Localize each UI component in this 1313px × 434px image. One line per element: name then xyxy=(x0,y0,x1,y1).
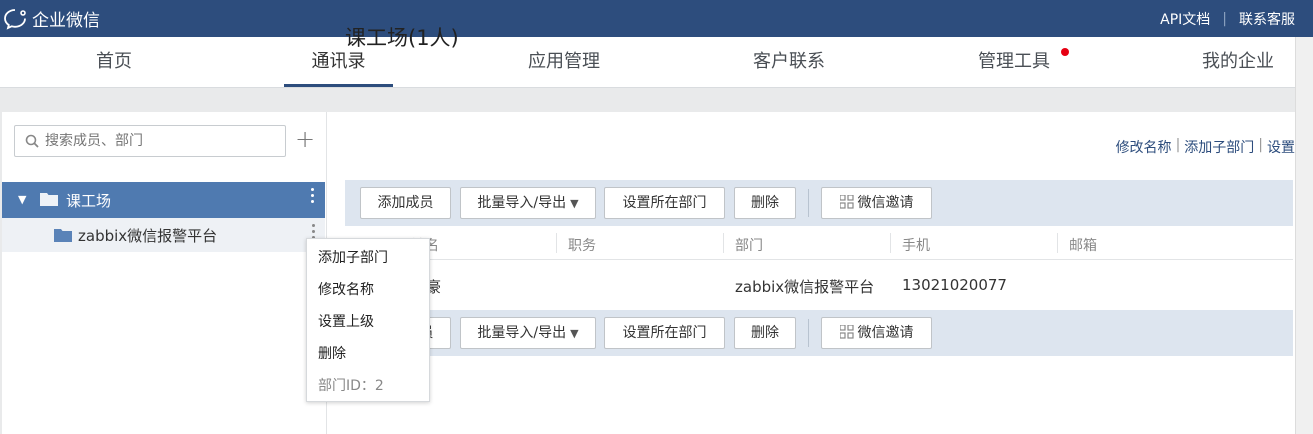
menu-item-set-parent[interactable]: 设置上级 xyxy=(318,311,374,331)
table-header: 姓名 职务 部门 手机 邮箱 xyxy=(345,227,1293,260)
dept-id-label: 部门ID：2 xyxy=(318,378,384,394)
add-subdept-link[interactable]: 添加子部门 xyxy=(1184,137,1254,157)
contact-support-link[interactable]: 联系客服 xyxy=(1239,9,1295,29)
context-menu: 添加子部门 修改名称 设置上级 删除 部门ID：2 xyxy=(306,238,430,402)
tree-item-child[interactable]: zabbix微信报警平台 xyxy=(2,218,325,252)
tab-my-company[interactable]: 我的企业 xyxy=(1191,37,1285,87)
col-divider xyxy=(1057,233,1058,253)
expand-arrow-icon[interactable]: ▼ xyxy=(18,193,26,206)
col-divider xyxy=(556,233,557,253)
tree-item-label: 课工场 xyxy=(66,192,112,210)
top-links: API文档 | 联系客服 xyxy=(1160,9,1295,29)
wechat-invite-label: 微信邀请 xyxy=(857,325,914,341)
toolbar-divider xyxy=(808,189,809,217)
col-phone: 手机 xyxy=(902,238,930,254)
search-icon xyxy=(25,134,39,148)
menu-item-rename[interactable]: 修改名称 xyxy=(318,279,374,299)
cell-phone: 13021020077 xyxy=(902,276,1007,294)
link-separator: | xyxy=(1222,11,1227,27)
api-docs-link[interactable]: API文档 xyxy=(1160,9,1210,29)
main-nav: 首页 通讯录 应用管理 客户联系 管理工具 我的企业 xyxy=(0,37,1295,88)
folder-icon xyxy=(54,229,72,242)
tree-item-label: zabbix微信报警平台 xyxy=(78,227,218,245)
tree-item-root[interactable]: ▼ 课工场 xyxy=(2,182,325,218)
tab-customer-contact[interactable]: 客户联系 xyxy=(742,37,836,87)
more-options-icon[interactable] xyxy=(309,188,315,203)
notification-dot xyxy=(1061,48,1069,56)
toolbar-top: 添加成员 批量导入/导出 ▼ 设置所在部门 删除 微信邀请 xyxy=(345,180,1293,226)
department-title: 课工场(1人) xyxy=(345,26,459,50)
wecom-logo-icon xyxy=(4,8,26,30)
add-icon[interactable]: + xyxy=(294,126,316,154)
brand-name: 企业微信 xyxy=(32,11,100,31)
col-department: 部门 xyxy=(735,238,763,254)
wechat-invite-button[interactable]: 微信邀请 xyxy=(821,317,932,349)
wechat-invite-button[interactable]: 微信邀请 xyxy=(821,187,932,219)
toolbar-divider xyxy=(808,319,809,347)
menu-item-add-subdept[interactable]: 添加子部门 xyxy=(318,247,388,267)
department-actions: 修改名称 | 添加子部门 | 设置 xyxy=(1116,137,1295,157)
import-export-button[interactable]: 批量导入/导出 ▼ xyxy=(460,317,596,349)
set-department-button[interactable]: 设置所在部门 xyxy=(604,317,725,349)
import-export-button[interactable]: 批量导入/导出 ▼ xyxy=(460,187,596,219)
folder-icon xyxy=(40,193,58,206)
table-row[interactable]: 嘉豪 zabbix微信报警平台 13021020077 xyxy=(345,260,1293,310)
col-divider xyxy=(890,233,891,253)
tab-admin-tools[interactable]: 管理工具 xyxy=(967,37,1069,87)
col-position: 职务 xyxy=(568,238,596,254)
search-box[interactable] xyxy=(14,125,286,157)
set-department-button[interactable]: 设置所在部门 xyxy=(604,187,725,219)
link-separator: | xyxy=(1175,137,1181,153)
delete-button[interactable]: 删除 xyxy=(734,317,796,349)
add-member-button[interactable]: 添加成员 xyxy=(360,187,451,219)
chevron-down-icon: ▼ xyxy=(570,327,579,340)
menu-item-delete[interactable]: 删除 xyxy=(318,343,346,363)
more-options-icon[interactable] xyxy=(312,224,315,239)
brand-logo[interactable]: 企业微信 xyxy=(4,6,100,31)
qr-grid-icon xyxy=(839,325,854,339)
import-export-label: 批量导入/导出 xyxy=(477,325,567,341)
wechat-invite-label: 微信邀请 xyxy=(857,195,914,211)
import-export-label: 批量导入/导出 xyxy=(477,195,567,211)
chevron-down-icon: ▼ xyxy=(570,197,579,210)
tab-admin-tools-label: 管理工具 xyxy=(978,51,1050,72)
delete-button[interactable]: 删除 xyxy=(734,187,796,219)
link-separator: | xyxy=(1258,137,1263,153)
org-sidebar: + ▼ 课工场 zabbix微信报警平台 xyxy=(2,112,327,434)
col-email: 邮箱 xyxy=(1069,238,1097,254)
qr-grid-icon xyxy=(839,195,854,209)
toolbar-bottom: 添加成员 批量导入/导出▼ 设置所在部门 删除 微信邀请 xyxy=(345,310,1293,356)
top-bar: 企业微信 API文档 | 联系客服 xyxy=(0,0,1313,37)
cell-department: zabbix微信报警平台 xyxy=(735,278,875,296)
search-input[interactable] xyxy=(45,131,275,151)
vertical-scrollbar[interactable] xyxy=(1295,37,1313,434)
settings-link[interactable]: 设置 xyxy=(1267,137,1295,157)
col-divider xyxy=(723,233,724,253)
tab-app-management[interactable]: 应用管理 xyxy=(517,37,611,87)
tab-home[interactable]: 首页 xyxy=(79,37,149,87)
rename-link[interactable]: 修改名称 xyxy=(1116,137,1172,157)
